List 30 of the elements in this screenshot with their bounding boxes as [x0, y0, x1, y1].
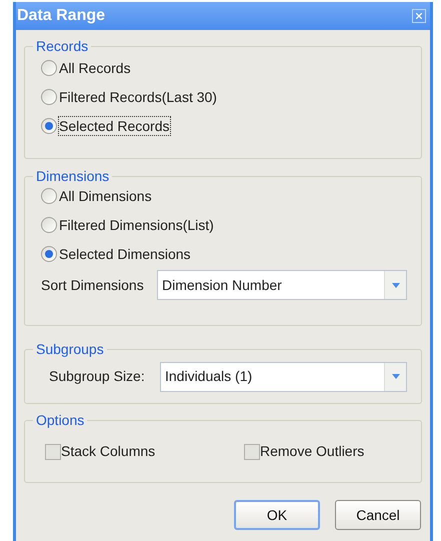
group-title: Subgroups	[33, 341, 107, 357]
checkbox-label: Stack Columns	[61, 442, 156, 461]
radio-button[interactable]	[41, 216, 57, 232]
radio-button[interactable]	[41, 88, 57, 104]
sort-label: Sort Dimensions	[41, 276, 145, 294]
checkbox[interactable]	[244, 444, 260, 460]
checkbox[interactable]	[45, 444, 61, 460]
radio-label: All Dimensions	[59, 186, 152, 204]
dropdown-value: Individuals (1)	[164, 367, 254, 386]
radio-label: Selected Dimensions	[59, 244, 191, 262]
radio-label: Selected Records	[59, 116, 170, 134]
radio-button[interactable]	[41, 188, 57, 204]
radio-label: Filtered Dimensions(List)	[59, 216, 214, 234]
group-title: Dimensions	[33, 168, 112, 184]
subgroup-size-label: Subgroup Size:	[49, 367, 146, 386]
group-title: Options	[33, 412, 88, 428]
close-icon[interactable]	[412, 9, 426, 23]
dialog-button[interactable]: OK	[234, 500, 320, 530]
radio-button[interactable]	[41, 118, 57, 134]
window-title: Data Range	[17, 6, 106, 26]
dropdown-field[interactable]: Individuals (1)	[160, 362, 407, 392]
checkbox-label: Remove Outliers	[260, 442, 364, 461]
radio-button[interactable]	[41, 60, 57, 76]
radio-label: All Records	[59, 58, 131, 76]
dropdown-field[interactable]: Dimension Number	[157, 270, 407, 300]
dialog-button[interactable]: Cancel	[335, 500, 421, 530]
dropdown-value: Dimension Number	[161, 276, 283, 294]
group-title: Records	[33, 38, 92, 54]
radio-button[interactable]	[41, 246, 57, 262]
radio-label: Filtered Records(Last 30)	[59, 88, 217, 106]
